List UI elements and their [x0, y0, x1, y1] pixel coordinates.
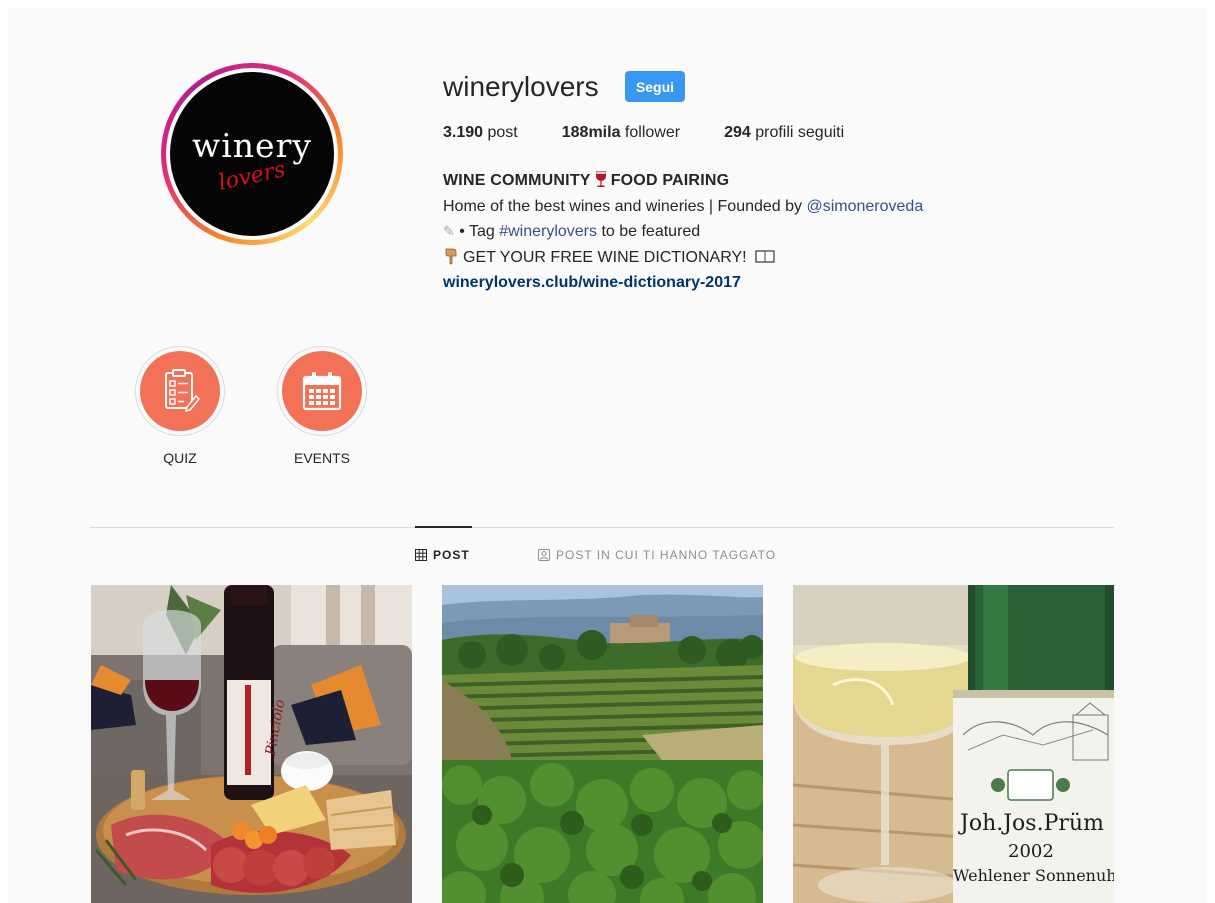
- pen-icon: ✎: [443, 223, 455, 239]
- winerylovers-logo: winery lovers: [170, 72, 334, 236]
- profile-avatar[interactable]: winery lovers: [161, 63, 343, 245]
- wine-label-year: 2002: [1008, 841, 1054, 862]
- username: winerylovers: [443, 71, 599, 102]
- profile-display-name: WINE COMMUNITY FOOD PAIRING: [443, 171, 730, 189]
- post-image-white-wine: Joh.Jos.Prüm 2002 Wehlener Sonnenuhr: [793, 585, 1114, 903]
- wine-label-producer: Joh.Jos.Prüm: [958, 811, 1104, 836]
- highlight-quiz[interactable]: QUIZ: [132, 346, 228, 466]
- bio-line-1: Home of the best wines and wineries | Fo…: [443, 197, 924, 215]
- tab-tagged[interactable]: POST IN CUI TI HANNO TAGGATO: [538, 548, 776, 562]
- wine-label-vineyard: Wehlener Sonnenuhr: [953, 866, 1114, 885]
- calendar-icon: [302, 372, 342, 411]
- bio-line-2: ✎ • Tag #winerylovers to be featured: [443, 223, 701, 240]
- quiz-document-icon: [165, 369, 200, 413]
- tab-posts[interactable]: POST: [415, 548, 470, 562]
- profile-page: winery lovers winerylovers Segui 3.190 p…: [8, 8, 1207, 903]
- profile-bio: WINE COMMUNITY FOOD PAIRING Home of the b…: [443, 168, 1043, 296]
- profile-stats: 3.190 post 188mila follower 294 profili …: [443, 124, 888, 142]
- grid-icon: [415, 549, 427, 561]
- mention-link[interactable]: @simoneroveda: [806, 198, 923, 215]
- highlight-events[interactable]: EVENTS: [274, 346, 370, 466]
- highlight-label: EVENTS: [293, 450, 350, 466]
- wine-glass-icon: [595, 171, 606, 187]
- post-image-charcuterie: Pinciolo: [91, 585, 412, 903]
- hashtag-link[interactable]: #winerylovers: [499, 223, 597, 240]
- post-thumbnail[interactable]: Pinciolo: [91, 585, 412, 903]
- tagged-user-icon: [538, 549, 550, 561]
- tabs-divider: [90, 527, 1114, 528]
- post-image-vineyard: [442, 585, 763, 903]
- active-tab-indicator: [415, 526, 472, 528]
- post-thumbnail[interactable]: [442, 585, 763, 903]
- website-link[interactable]: winerylovers.club/wine-dictionary-2017: [443, 270, 1043, 296]
- pointing-down-hand-icon: [445, 248, 457, 264]
- following-count[interactable]: 294 profili seguiti: [724, 124, 844, 142]
- post-thumbnail[interactable]: Joh.Jos.Prüm 2002 Wehlener Sonnenuhr: [793, 585, 1114, 903]
- followers-count[interactable]: 188mila follower: [562, 124, 680, 142]
- posts-count: 3.190 post: [443, 124, 518, 141]
- highlight-label: QUIZ: [163, 450, 197, 466]
- bio-line-3: GET YOUR FREE WINE DICTIONARY!: [443, 245, 1043, 271]
- open-book-icon: [755, 249, 775, 263]
- follow-button[interactable]: Segui: [625, 71, 685, 102]
